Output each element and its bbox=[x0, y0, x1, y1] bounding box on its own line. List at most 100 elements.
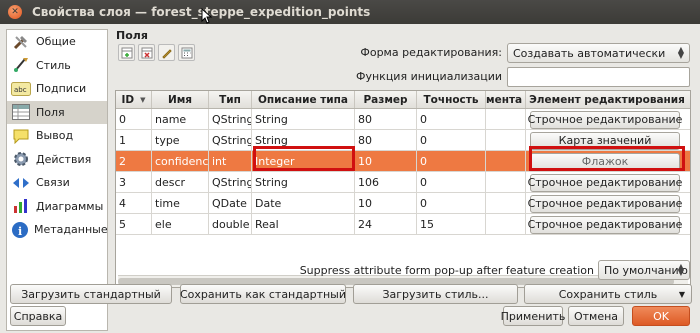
close-window-button[interactable]: ✕ bbox=[8, 5, 22, 19]
cell-id: 0 bbox=[116, 109, 152, 129]
sidebar-item-diagrams[interactable]: Диаграммы bbox=[7, 195, 107, 219]
form-select[interactable]: Создавать автоматически ▲ ▼ bbox=[507, 43, 690, 63]
section-title: Поля bbox=[116, 29, 148, 42]
cell-comment bbox=[486, 151, 526, 171]
cell-type: QString bbox=[209, 109, 252, 129]
table-row[interactable]: 4 time QDate Date 10 0 Строчное редактир… bbox=[116, 193, 690, 214]
cell-size: 24 bbox=[355, 214, 417, 234]
cell-type: QString bbox=[209, 172, 252, 192]
header-precision[interactable]: Точность bbox=[417, 91, 486, 108]
apply-button[interactable]: Применить bbox=[501, 306, 565, 326]
new-column-icon bbox=[121, 47, 132, 58]
cell-type-desc: Date bbox=[252, 193, 355, 213]
edit-widget-button[interactable]: Карта значений bbox=[530, 131, 680, 150]
svg-text:i: i bbox=[18, 225, 22, 238]
cell-id: 1 bbox=[116, 130, 152, 150]
save-style-label: Сохранить стиль bbox=[558, 287, 658, 301]
help-button[interactable]: Справка bbox=[10, 306, 66, 326]
actions-icon bbox=[11, 150, 31, 168]
delete-column-button[interactable] bbox=[138, 44, 155, 61]
table-row[interactable]: 0 name QString String 80 0 Строчное реда… bbox=[116, 109, 690, 130]
cancel-button[interactable]: Отмена bbox=[568, 306, 624, 326]
cell-precision: 15 bbox=[417, 214, 486, 234]
metadata-icon: i bbox=[11, 221, 29, 239]
sidebar-item-label: Стиль bbox=[36, 58, 71, 72]
cell-id: 3 bbox=[116, 172, 152, 192]
cell-type-desc: String bbox=[252, 172, 355, 192]
load-style-button[interactable]: Загрузить стиль... bbox=[353, 284, 518, 304]
save-default-style-button[interactable]: Сохранить как стандартный bbox=[180, 284, 346, 304]
sidebar-item-labels[interactable]: abc Подписи bbox=[7, 77, 107, 101]
cell-type: QDate bbox=[209, 193, 252, 213]
edit-widget-button[interactable]: Строчное редактирование bbox=[528, 215, 682, 234]
spinner-arrows-icon: ▲ ▼ bbox=[677, 45, 684, 60]
cell-type: double bbox=[209, 214, 252, 234]
form-label: Форма редактирования: bbox=[360, 46, 502, 59]
title-bar: ✕ Свойства слоя — forest_steppe_expediti… bbox=[0, 0, 700, 24]
cell-name: time bbox=[152, 193, 209, 213]
edit-widget-button[interactable]: Строчное редактирование bbox=[528, 110, 682, 129]
dropdown-arrow-icon: ▼ bbox=[678, 289, 685, 299]
svg-text:abc: abc bbox=[14, 86, 27, 94]
cell-name: name bbox=[152, 109, 209, 129]
cell-comment bbox=[486, 193, 526, 213]
form-select-value: Создавать автоматически bbox=[513, 46, 666, 60]
header-type[interactable]: Тип bbox=[209, 91, 252, 108]
cell-size: 10 bbox=[355, 151, 417, 171]
header-comment[interactable]: мента bbox=[486, 91, 526, 108]
fields-table: ID ▼ Имя Тип Описание типа Размер Точност… bbox=[115, 90, 691, 288]
fields-icon bbox=[11, 103, 31, 121]
init-label: Функция инициализации bbox=[356, 70, 502, 83]
load-default-style-button[interactable]: Загрузить стандартный bbox=[10, 284, 172, 304]
cell-comment bbox=[486, 109, 526, 129]
cell-type-desc: Integer bbox=[252, 151, 355, 171]
table-row[interactable]: 1 type QString String 80 0 Карта значени… bbox=[116, 130, 690, 151]
save-style-button[interactable]: Сохранить стиль ▼ bbox=[524, 284, 692, 304]
sidebar-item-joins[interactable]: Связи bbox=[7, 171, 107, 195]
sidebar-item-label: Действия bbox=[36, 152, 92, 166]
table-row[interactable]: 3 descr QString String 106 0 Строчное ре… bbox=[116, 172, 690, 193]
cell-comment bbox=[486, 214, 526, 234]
table-row-selected[interactable]: 2 confidence int Integer 10 0 Флажок bbox=[116, 151, 690, 172]
cell-name: confidence bbox=[152, 151, 209, 171]
sidebar-item-actions[interactable]: Действия bbox=[7, 148, 107, 172]
header-size[interactable]: Размер bbox=[355, 91, 417, 108]
cell-precision: 0 bbox=[417, 151, 486, 171]
edit-widget-button[interactable]: Флажок bbox=[530, 152, 680, 171]
suppress-select-value: По умолчанию bbox=[604, 263, 688, 277]
sidebar-item-display[interactable]: Вывод bbox=[7, 124, 107, 148]
sidebar-item-label: Подписи bbox=[36, 82, 87, 96]
header-type-desc[interactable]: Описание типа bbox=[252, 91, 355, 108]
sidebar-item-general[interactable]: Общие bbox=[7, 30, 107, 54]
cell-size: 80 bbox=[355, 130, 417, 150]
spinner-arrows-icon: ▲ ▼ bbox=[677, 262, 684, 277]
cell-size: 80 bbox=[355, 109, 417, 129]
cell-size: 106 bbox=[355, 172, 417, 192]
field-calculator-button[interactable] bbox=[178, 44, 195, 61]
header-id[interactable]: ID ▼ bbox=[116, 91, 152, 108]
edit-widget-button[interactable]: Строчное редактирование bbox=[528, 194, 682, 213]
sidebar-item-label: Поля bbox=[36, 105, 65, 119]
sidebar-item-label: Метаданные bbox=[34, 223, 108, 237]
sidebar-item-style[interactable]: Стиль bbox=[7, 54, 107, 78]
header-name[interactable]: Имя bbox=[152, 91, 209, 108]
edit-widget-button[interactable]: Строчное редактирование bbox=[528, 173, 682, 192]
cell-type: QString bbox=[209, 130, 252, 150]
sidebar-item-metadata[interactable]: i Метаданные bbox=[7, 218, 108, 242]
cell-precision: 0 bbox=[417, 172, 486, 192]
cell-precision: 0 bbox=[417, 109, 486, 129]
init-function-input[interactable] bbox=[507, 67, 690, 87]
joins-icon bbox=[11, 174, 31, 192]
style-icon bbox=[11, 56, 31, 74]
table-row[interactable]: 5 ele double Real 24 15 Строчное редакти… bbox=[116, 214, 690, 235]
header-edit-widget[interactable]: Элемент редактирования bbox=[526, 91, 688, 108]
sidebar-item-label: Диаграммы bbox=[36, 199, 104, 213]
toggle-editing-button[interactable] bbox=[158, 44, 175, 61]
new-column-button[interactable] bbox=[118, 44, 135, 61]
sidebar-item-label: Вывод bbox=[36, 129, 74, 143]
ok-button[interactable]: OK bbox=[632, 306, 690, 326]
sidebar-item-fields[interactable]: Поля bbox=[7, 100, 107, 124]
pencil-icon bbox=[161, 48, 172, 59]
suppress-select[interactable]: По умолчанию ▲ ▼ bbox=[598, 260, 690, 280]
cell-type-desc: Real bbox=[252, 214, 355, 234]
